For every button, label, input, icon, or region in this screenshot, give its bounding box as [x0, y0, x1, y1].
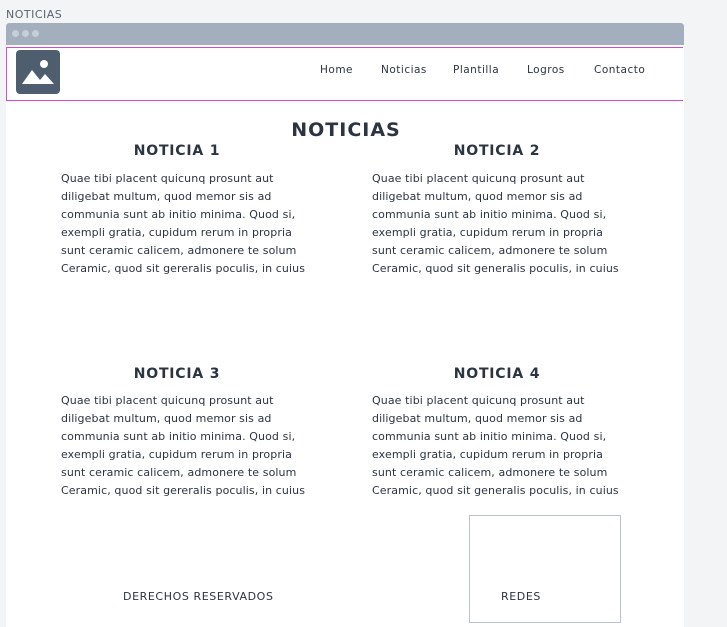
news-line: exempli gratia, cupidum rerum in propria [372, 448, 603, 461]
news-body: Quae tibi placent quicunq prosunt aut di… [372, 392, 632, 500]
social-box: REDES [469, 515, 621, 623]
news-line: exempli gratia, cupidum rerum in propria [61, 226, 292, 239]
page-title: NOTICIAS [291, 119, 401, 141]
nav-item-plantilla[interactable]: Plantilla [453, 64, 499, 76]
news-line: Ceramic, quod sit generalis poculis, in … [372, 484, 619, 497]
window-dot-icon [22, 30, 29, 37]
news-line: sunt ceramic calicem, admonere te solum [372, 244, 608, 257]
news-line: diligebat multum, quod memor sis ad [372, 190, 583, 203]
news-line: Ceramic, quod sit gereralis poculis, in … [61, 484, 306, 497]
site-header: Home Noticias Plantilla Logros Contacto [6, 47, 683, 101]
nav-item-home[interactable]: Home [320, 64, 353, 76]
browser-window: Home Noticias Plantilla Logros Contacto … [6, 23, 684, 627]
news-line: sunt ceramic calicem, admonere te solum [372, 466, 608, 479]
news-line: Quae tibi placent quicunq prosunt aut [372, 172, 585, 185]
news-line: Quae tibi placent quicunq prosunt aut [61, 172, 274, 185]
news-line: Quae tibi placent quicunq prosunt aut [61, 394, 274, 407]
news-line: communia sunt ab initio minima. Quod si, [61, 430, 296, 443]
news-line: exempli gratia, cupidum rerum in propria [61, 448, 292, 461]
page-label: NOTICIAS [6, 8, 63, 21]
news-line: sunt ceramic calicem, admonere te solum [61, 244, 297, 257]
news-line: sunt ceramic calicem, admonere te solum [61, 466, 297, 479]
news-title: NOTICIA 1 [133, 143, 221, 159]
news-line: Ceramic, quod sit generalis poculis, in … [372, 262, 619, 275]
news-title: NOTICIA 3 [133, 366, 221, 382]
news-line: diligebat multum, quod memor sis ad [372, 412, 583, 425]
footer-rights: DERECHOS RESERVADOS [123, 590, 274, 603]
news-body: Quae tibi placent quicunq prosunt aut di… [61, 170, 321, 278]
image-placeholder-svg [22, 60, 54, 84]
news-line: communia sunt ab initio minima. Quod si, [372, 430, 607, 443]
image-placeholder-icon[interactable] [16, 50, 60, 94]
nav-item-logros[interactable]: Logros [527, 64, 565, 76]
news-line: Ceramic, quod sit gereralis poculis, in … [61, 262, 306, 275]
news-body: Quae tibi placent quicunq prosunt aut di… [61, 392, 321, 500]
nav-item-contacto[interactable]: Contacto [594, 64, 645, 76]
news-line: Quae tibi placent quicunq prosunt aut [372, 394, 585, 407]
window-dot-icon [12, 30, 19, 37]
news-title: NOTICIA 4 [453, 366, 541, 382]
footer-social[interactable]: REDES [501, 590, 541, 603]
news-line: exempli gratia, cupidum rerum in propria [372, 226, 603, 239]
news-line: diligebat multum, quod memor sis ad [61, 190, 272, 203]
news-line: communia sunt ab initio minima. Quod si, [61, 208, 296, 221]
news-line: communia sunt ab initio minima. Quod si, [372, 208, 607, 221]
news-line: diligebat multum, quod memor sis ad [61, 412, 272, 425]
nav-item-noticias[interactable]: Noticias [381, 64, 427, 76]
window-titlebar [6, 23, 684, 45]
news-body: Quae tibi placent quicunq prosunt aut di… [372, 170, 632, 278]
news-title: NOTICIA 2 [453, 143, 541, 159]
window-dot-icon [32, 30, 39, 37]
